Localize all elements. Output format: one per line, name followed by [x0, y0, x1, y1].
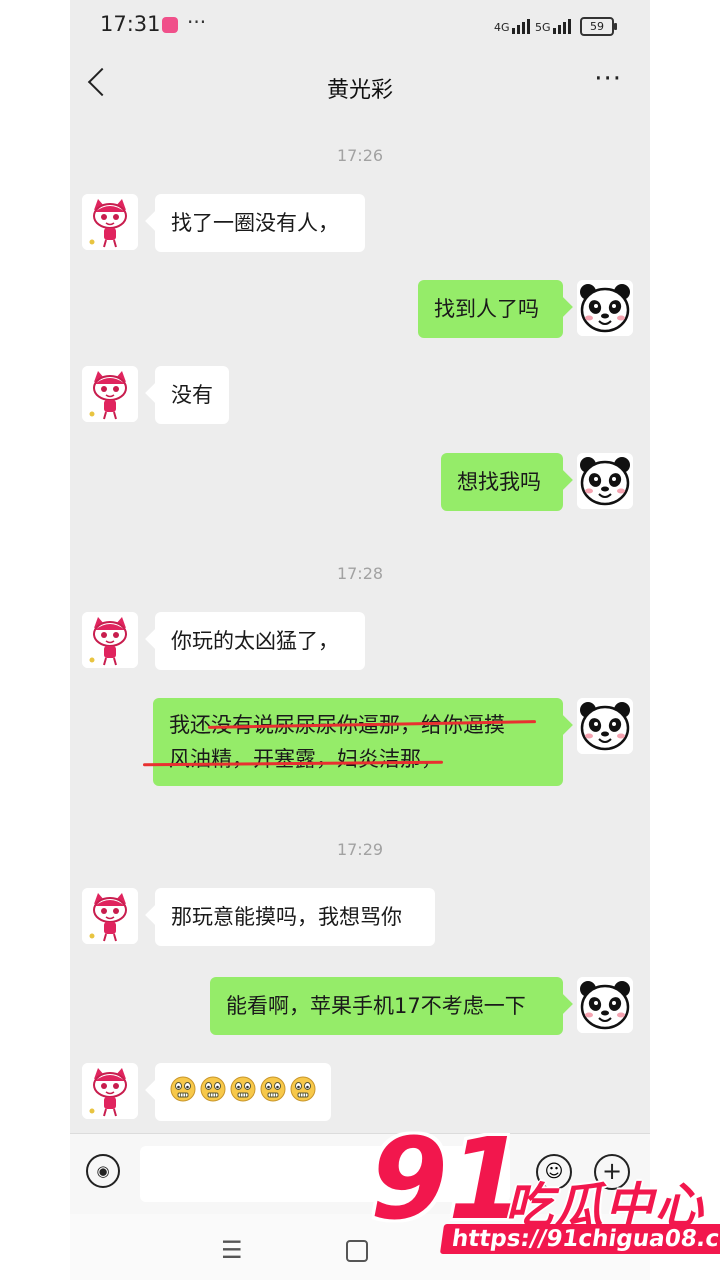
message-bubble-outgoing[interactable]: 能看啊，苹果手机17不考虑一下 — [210, 977, 563, 1035]
signal-4g-icon: 4G — [494, 14, 530, 34]
signal-5g-icon: 5G — [535, 14, 571, 34]
panda-avatar-icon — [577, 698, 633, 754]
self-avatar[interactable] — [577, 698, 633, 754]
self-avatar[interactable] — [577, 280, 633, 336]
timestamp: 17:26 — [336, 146, 384, 165]
panda-avatar-icon — [577, 280, 633, 336]
network-5g-label: 5G — [535, 21, 551, 34]
battery-icon: 59 — [580, 17, 617, 36]
cat-girl-avatar-icon — [82, 194, 138, 250]
emoji-row — [169, 1069, 317, 1103]
contact-avatar[interactable] — [82, 1063, 138, 1119]
more-options-icon[interactable]: ··· — [594, 64, 622, 94]
self-avatar[interactable] — [577, 453, 633, 509]
message-bubble-outgoing[interactable]: 想找我吗 — [441, 453, 563, 511]
watermark-url: https://91chigua08.com — [439, 1224, 720, 1254]
worried-face-icon — [170, 1076, 196, 1102]
message-text: 想找我吗 — [457, 470, 541, 494]
contact-avatar[interactable] — [82, 888, 138, 944]
chat-title: 黄光彩 — [326, 78, 393, 103]
message-bubble-incoming[interactable]: 你玩的太凶猛了， — [155, 612, 365, 670]
cat-girl-avatar-icon — [82, 888, 138, 944]
panda-avatar-icon — [577, 977, 633, 1033]
watermark-number: 91 — [370, 1115, 526, 1245]
status-time: 17:31 — [100, 12, 161, 36]
status-bar: 17:31 ··· 4G 5G 59 — [70, 0, 650, 52]
message-text: 你玩的太凶猛了， — [171, 629, 339, 653]
more-notifications-icon: ··· — [187, 10, 207, 34]
timestamp: 17:28 — [336, 564, 384, 583]
phone-screen: 17:31 ··· 4G 5G 59 黄光彩 ··· 17:26 17:28 1… — [70, 0, 650, 1280]
home-icon[interactable] — [346, 1240, 368, 1262]
message-bubble-incoming[interactable]: 找了一圈没有人， — [155, 194, 365, 252]
menu-icon[interactable]: ☰ — [221, 1236, 243, 1264]
contact-avatar[interactable] — [82, 194, 138, 250]
worried-face-icon — [260, 1076, 286, 1102]
network-4g-label: 4G — [494, 21, 510, 34]
cat-girl-avatar-icon — [82, 366, 138, 422]
contact-avatar[interactable] — [82, 366, 138, 422]
worried-face-icon — [200, 1076, 226, 1102]
cat-girl-avatar-icon — [82, 1063, 138, 1119]
message-text: 没有 — [171, 383, 213, 407]
voice-icon[interactable]: ◉ — [86, 1154, 120, 1188]
contact-avatar[interactable] — [82, 612, 138, 668]
message-text: 找到人了吗 — [434, 297, 539, 321]
chat-header: 黄光彩 ··· — [70, 52, 650, 122]
message-bubble-outgoing[interactable]: 找到人了吗 — [418, 280, 563, 338]
message-bubble-incoming[interactable]: 没有 — [155, 366, 229, 424]
message-text: 能看啊，苹果手机17不考虑一下 — [226, 994, 526, 1018]
message-bubble-outgoing[interactable]: 我还没有说尿尿尿你逼那，给你逼摸 风油精，开塞露，妇炎洁那， — [142, 698, 563, 786]
app-notification-icon — [162, 17, 178, 33]
self-avatar[interactable] — [577, 977, 633, 1033]
message-text: 找了一圈没有人， — [171, 211, 339, 235]
panda-avatar-icon — [577, 453, 633, 509]
message-text-line-2: 风油精，开塞露，妇炎洁那， — [169, 747, 442, 771]
worried-face-icon — [230, 1076, 256, 1102]
watermark-logo: 91 吃瓜中心 https://91chigua08.com — [370, 1120, 720, 1268]
message-text: 那玩意能摸吗，我想骂你 — [171, 905, 402, 929]
message-bubble-incoming[interactable] — [155, 1063, 331, 1121]
message-bubble-incoming[interactable]: 那玩意能摸吗，我想骂你 — [155, 888, 435, 946]
timestamp: 17:29 — [336, 840, 384, 859]
cat-girl-avatar-icon — [82, 612, 138, 668]
worried-face-icon — [290, 1076, 316, 1102]
